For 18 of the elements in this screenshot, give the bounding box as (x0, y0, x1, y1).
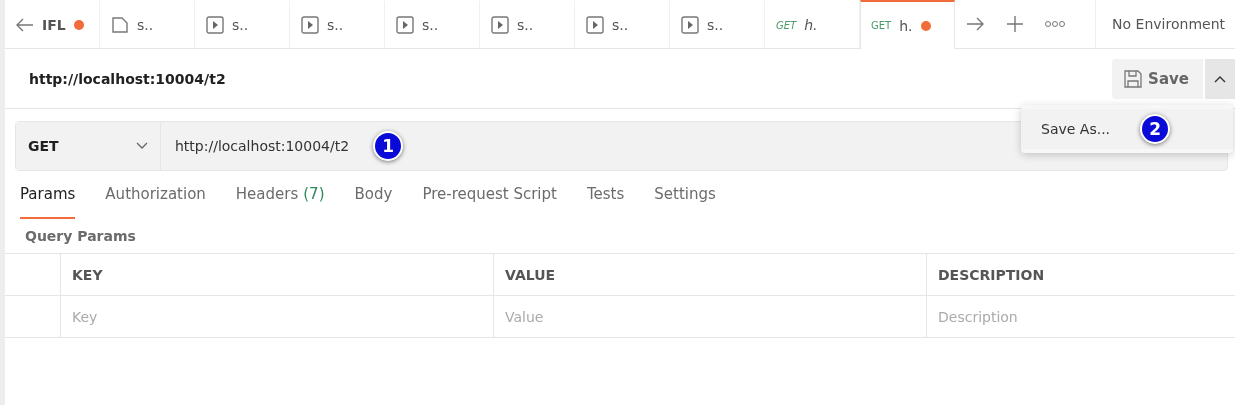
tab-label: IFL (42, 17, 66, 33)
tab-label: s.. (517, 17, 534, 33)
tab-label: s.. (232, 17, 249, 33)
request-title: http://localhost:10004/t2 (29, 70, 226, 87)
method-label: GET (871, 20, 892, 31)
tab-label: s.. (707, 17, 724, 33)
tab-label: s.. (327, 17, 344, 33)
header-count: (7) (303, 185, 325, 203)
column-header: DESCRIPTION (926, 254, 1235, 296)
tab-label: s.. (612, 17, 629, 33)
column-header: KEY (60, 254, 493, 296)
tab-label: h. (804, 17, 818, 33)
method-label: GET (776, 19, 797, 31)
tab-label: h. (899, 17, 913, 34)
tab-label: s.. (137, 17, 154, 33)
section-title: Query Params (24, 227, 137, 246)
tab-label: s.. (422, 17, 439, 33)
column-header: VALUE (493, 254, 926, 296)
